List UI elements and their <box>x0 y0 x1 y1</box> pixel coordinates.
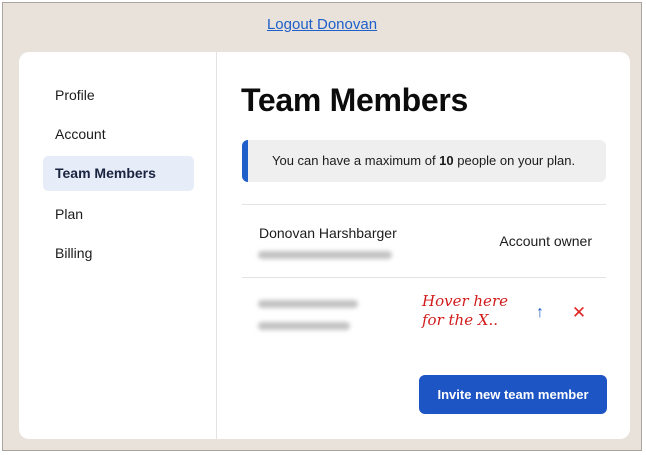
member-role: Account owner <box>499 233 592 249</box>
notice-prefix: You can have a maximum of <box>272 153 440 168</box>
page-title: Team Members <box>241 82 469 118</box>
member-name-blurred <box>258 300 358 308</box>
divider <box>242 277 606 278</box>
plan-limit-notice: You can have a maximum of 10 people on y… <box>242 140 606 182</box>
sidebar-item-billing[interactable]: Billing <box>43 236 194 271</box>
notice-suffix: people on your plan. <box>453 153 576 168</box>
sidebar-item-profile[interactable]: Profile <box>43 78 194 113</box>
notice-accent-bar <box>242 140 248 182</box>
arrow-up-icon[interactable]: ↑ <box>530 303 550 323</box>
notice-text: You can have a maximum of 10 people on y… <box>272 140 575 182</box>
sidebar-item-account[interactable]: Account <box>43 117 194 152</box>
member-name: Donovan Harshbarger <box>259 225 397 241</box>
close-icon[interactable]: ✕ <box>569 303 589 323</box>
sidebar-item-plan[interactable]: Plan <box>43 197 194 232</box>
invite-team-member-button[interactable]: Invite new team member <box>419 375 607 414</box>
notice-count: 10 <box>439 153 454 168</box>
member-email-blurred <box>258 251 392 259</box>
divider <box>242 204 606 205</box>
sidebar: Profile Account Team Members Plan Billin… <box>19 52 217 439</box>
sidebar-item-team-members[interactable]: Team Members <box>43 156 194 191</box>
hover-annotation: Hover here for the X.. <box>422 292 508 329</box>
member-email-blurred <box>258 322 350 330</box>
logout-link[interactable]: Logout Donovan <box>3 16 641 33</box>
